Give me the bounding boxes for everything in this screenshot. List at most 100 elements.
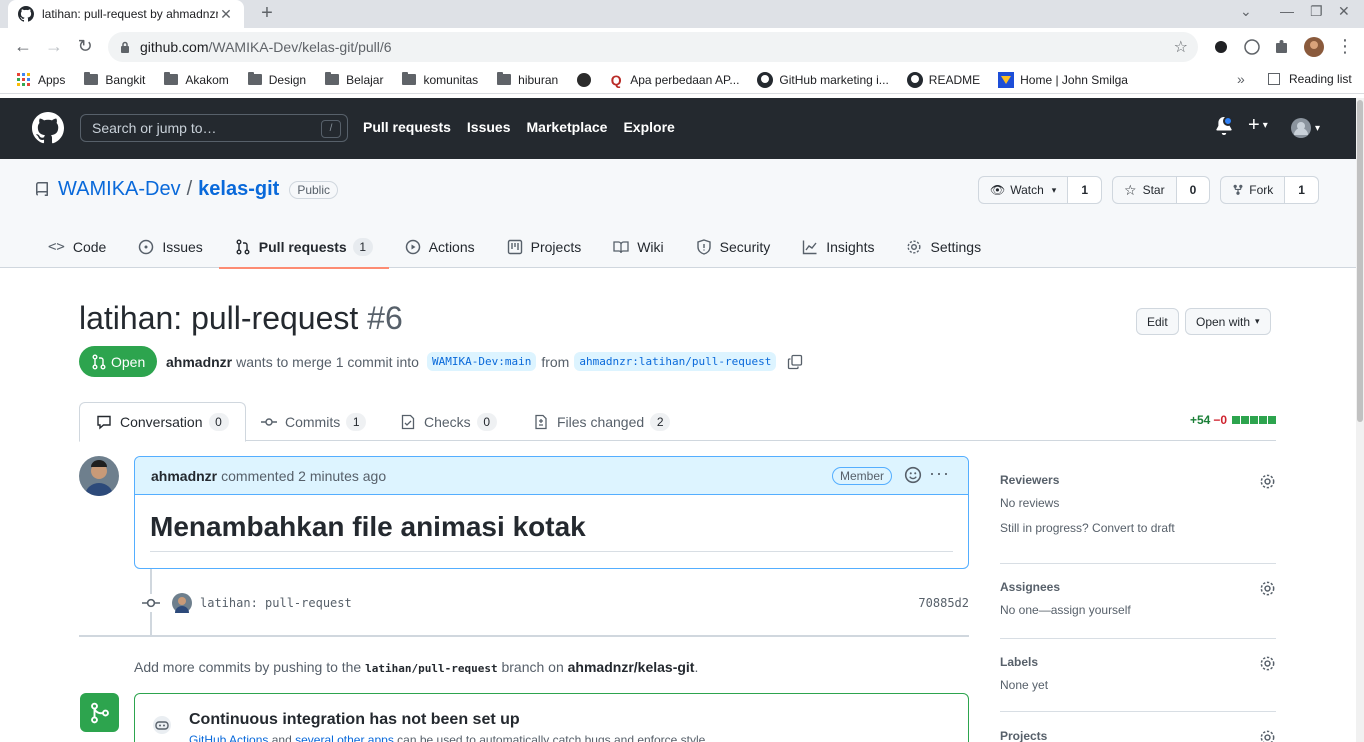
bookmark-folder[interactable]: Design (247, 72, 306, 88)
create-new-icon[interactable]: + ▾ (1248, 114, 1268, 137)
fork-count[interactable]: 1 (1285, 177, 1318, 203)
head-branch[interactable]: ahmadnzr:latihan/pull-request (574, 352, 777, 371)
github-actions-link[interactable]: GitHub Actions (189, 733, 268, 742)
pr-author-link[interactable]: ahmadnzr (166, 354, 232, 370)
repo-owner-link[interactable]: WAMIKA-Dev (58, 178, 181, 201)
tab-title: latihan: pull-request by ahmadnzr (42, 7, 218, 21)
browser-toolbar: ← → ↻ github.com/WAMIKA-Dev/kelas-git/pu… (0, 28, 1364, 66)
bookmark-site[interactable]: Home | John Smilga (998, 71, 1128, 88)
tab-code[interactable]: <> Code (32, 225, 122, 268)
bookmark-site[interactable]: Q Apa perbedaan AP... (608, 71, 740, 88)
gear-icon[interactable] (1259, 729, 1276, 742)
more-menu-icon[interactable]: ⋮ (1334, 36, 1356, 57)
tab-security[interactable]: Security (680, 225, 787, 268)
nav-pull-requests[interactable]: Pull requests (363, 119, 451, 135)
repo-header: WAMIKA-Dev / kelas-git Public 👁 Watch ▾ 1 … (0, 159, 1356, 269)
copy-icon[interactable] (787, 354, 803, 370)
puzzle-icon[interactable] (1273, 38, 1291, 56)
nav-explore[interactable]: Explore (623, 119, 674, 135)
tab-conversation[interactable]: Conversation 0 (79, 402, 246, 442)
tab-settings[interactable]: Settings (890, 225, 997, 268)
other-apps-link[interactable]: several other apps (295, 733, 394, 742)
tab-commits[interactable]: Commits 1 (245, 402, 382, 441)
labels-value: None yet (1000, 678, 1049, 692)
comment-timestamp[interactable]: commented 2 minutes ago (221, 468, 386, 484)
edit-button[interactable]: Edit (1136, 308, 1179, 335)
new-tab-icon[interactable]: + (256, 2, 278, 25)
folder-icon (163, 72, 179, 88)
bookmarks-overflow-icon[interactable]: » (1237, 71, 1245, 87)
reading-list-button[interactable]: Reading list (1268, 72, 1352, 86)
nav-marketplace[interactable]: Marketplace (527, 119, 608, 135)
tab-label: Pull requests (258, 238, 347, 255)
search-input[interactable]: Search or jump to… / (80, 114, 348, 142)
bookmark-apps[interactable]: Apps (16, 72, 65, 88)
comment-box: ahmadnzr commented 2 minutes ago Member … (134, 456, 969, 569)
convert-to-draft-link[interactable]: Still in progress? Convert to draft (1000, 521, 1276, 535)
search-shortcut-key: / (321, 120, 341, 138)
bookmark-folder[interactable]: Bangkit (83, 72, 145, 88)
bookmark-folder[interactable]: Akakom (163, 72, 229, 88)
bookmark-site[interactable]: GitHub marketing i... (757, 71, 889, 88)
bookmark-folder[interactable]: hiburan (496, 72, 558, 88)
tab-wiki[interactable]: Wiki (597, 225, 679, 268)
tab-checks[interactable]: Checks 0 (384, 402, 513, 441)
sidebar-title: Labels (1000, 655, 1039, 669)
close-window-icon[interactable]: ✕ (1338, 3, 1350, 20)
bookmark-site[interactable] (576, 72, 598, 88)
tab-pull-requests[interactable]: Pull requests 1 (218, 225, 389, 269)
push-hint-repo[interactable]: ahmadnzr/kelas-git (568, 659, 695, 675)
bookmark-site[interactable]: README (906, 71, 980, 88)
tab-projects[interactable]: Projects (491, 225, 598, 268)
comment-heading: Menambahkan file animasi kotak (150, 511, 953, 552)
repo-name-link[interactable]: kelas-git (198, 178, 279, 201)
forward-icon[interactable]: → (43, 36, 65, 57)
tab-close-icon[interactable]: ✕ (218, 6, 234, 23)
fork-label: Fork (1249, 183, 1274, 197)
comment-author-link[interactable]: ahmadnzr (151, 468, 217, 484)
user-menu[interactable]: ▾ (1291, 118, 1320, 138)
author-avatar[interactable] (79, 456, 119, 496)
quora-icon: Q (610, 71, 622, 88)
fork-button[interactable]: Fork 1 (1220, 176, 1319, 204)
gear-icon[interactable] (1259, 580, 1276, 600)
extension-icon[interactable] (1243, 38, 1261, 56)
open-with-button[interactable]: Open with ▾ (1185, 308, 1271, 335)
bookmark-folder[interactable]: Belajar (324, 72, 383, 88)
bookmark-folder[interactable]: komunitas (401, 72, 478, 88)
browser-tab[interactable]: latihan: pull-request by ahmadnzr ✕ (8, 0, 244, 28)
gear-icon[interactable] (1259, 655, 1276, 675)
nav-issues[interactable]: Issues (467, 119, 511, 135)
commit-author-avatar[interactable] (172, 593, 192, 613)
gear-icon[interactable] (1259, 473, 1276, 493)
scrollbar-thumb[interactable] (1357, 100, 1363, 422)
commit-message-link[interactable]: latihan: pull-request (200, 596, 352, 610)
address-bar[interactable]: github.com/WAMIKA-Dev/kelas-git/pull/6 ☆ (108, 32, 1198, 62)
tab-insights[interactable]: Insights (786, 225, 890, 268)
watch-button[interactable]: 👁 Watch ▾ 1 (978, 176, 1103, 204)
minimize-icon[interactable]: — (1280, 3, 1294, 19)
github-logo-icon[interactable] (32, 112, 64, 144)
extension-icon[interactable] (1212, 38, 1230, 56)
reload-icon[interactable]: ↻ (74, 36, 96, 57)
tab-issues[interactable]: Issues (122, 225, 218, 268)
star-count[interactable]: 0 (1176, 177, 1210, 203)
tab-search-icon[interactable]: ⌄ (1240, 3, 1252, 20)
watch-count[interactable]: 1 (1068, 177, 1102, 203)
smiley-icon[interactable] (904, 466, 922, 487)
kebab-horizontal-icon[interactable]: ··· (929, 463, 950, 484)
folder-icon (83, 72, 99, 88)
maximize-icon[interactable]: ❐ (1310, 3, 1323, 20)
bookmark-star-icon[interactable]: ☆ (1174, 37, 1188, 57)
star-button[interactable]: ☆ Star 0 (1112, 176, 1211, 204)
tab-files-changed[interactable]: Files changed 2 (517, 402, 686, 441)
tab-label: Issues (162, 238, 203, 255)
base-branch[interactable]: WAMIKA-Dev:main (426, 352, 537, 371)
sidebar-projects: Projects (1000, 729, 1276, 742)
back-icon[interactable]: ← (12, 36, 34, 57)
chevron-down-icon: ▾ (1051, 184, 1057, 195)
assign-yourself-link[interactable]: No one—assign yourself (1000, 603, 1276, 617)
commit-sha-link[interactable]: 70885d2 (918, 596, 969, 610)
profile-avatar[interactable] (1304, 37, 1324, 57)
tab-actions[interactable]: Actions (389, 225, 491, 268)
